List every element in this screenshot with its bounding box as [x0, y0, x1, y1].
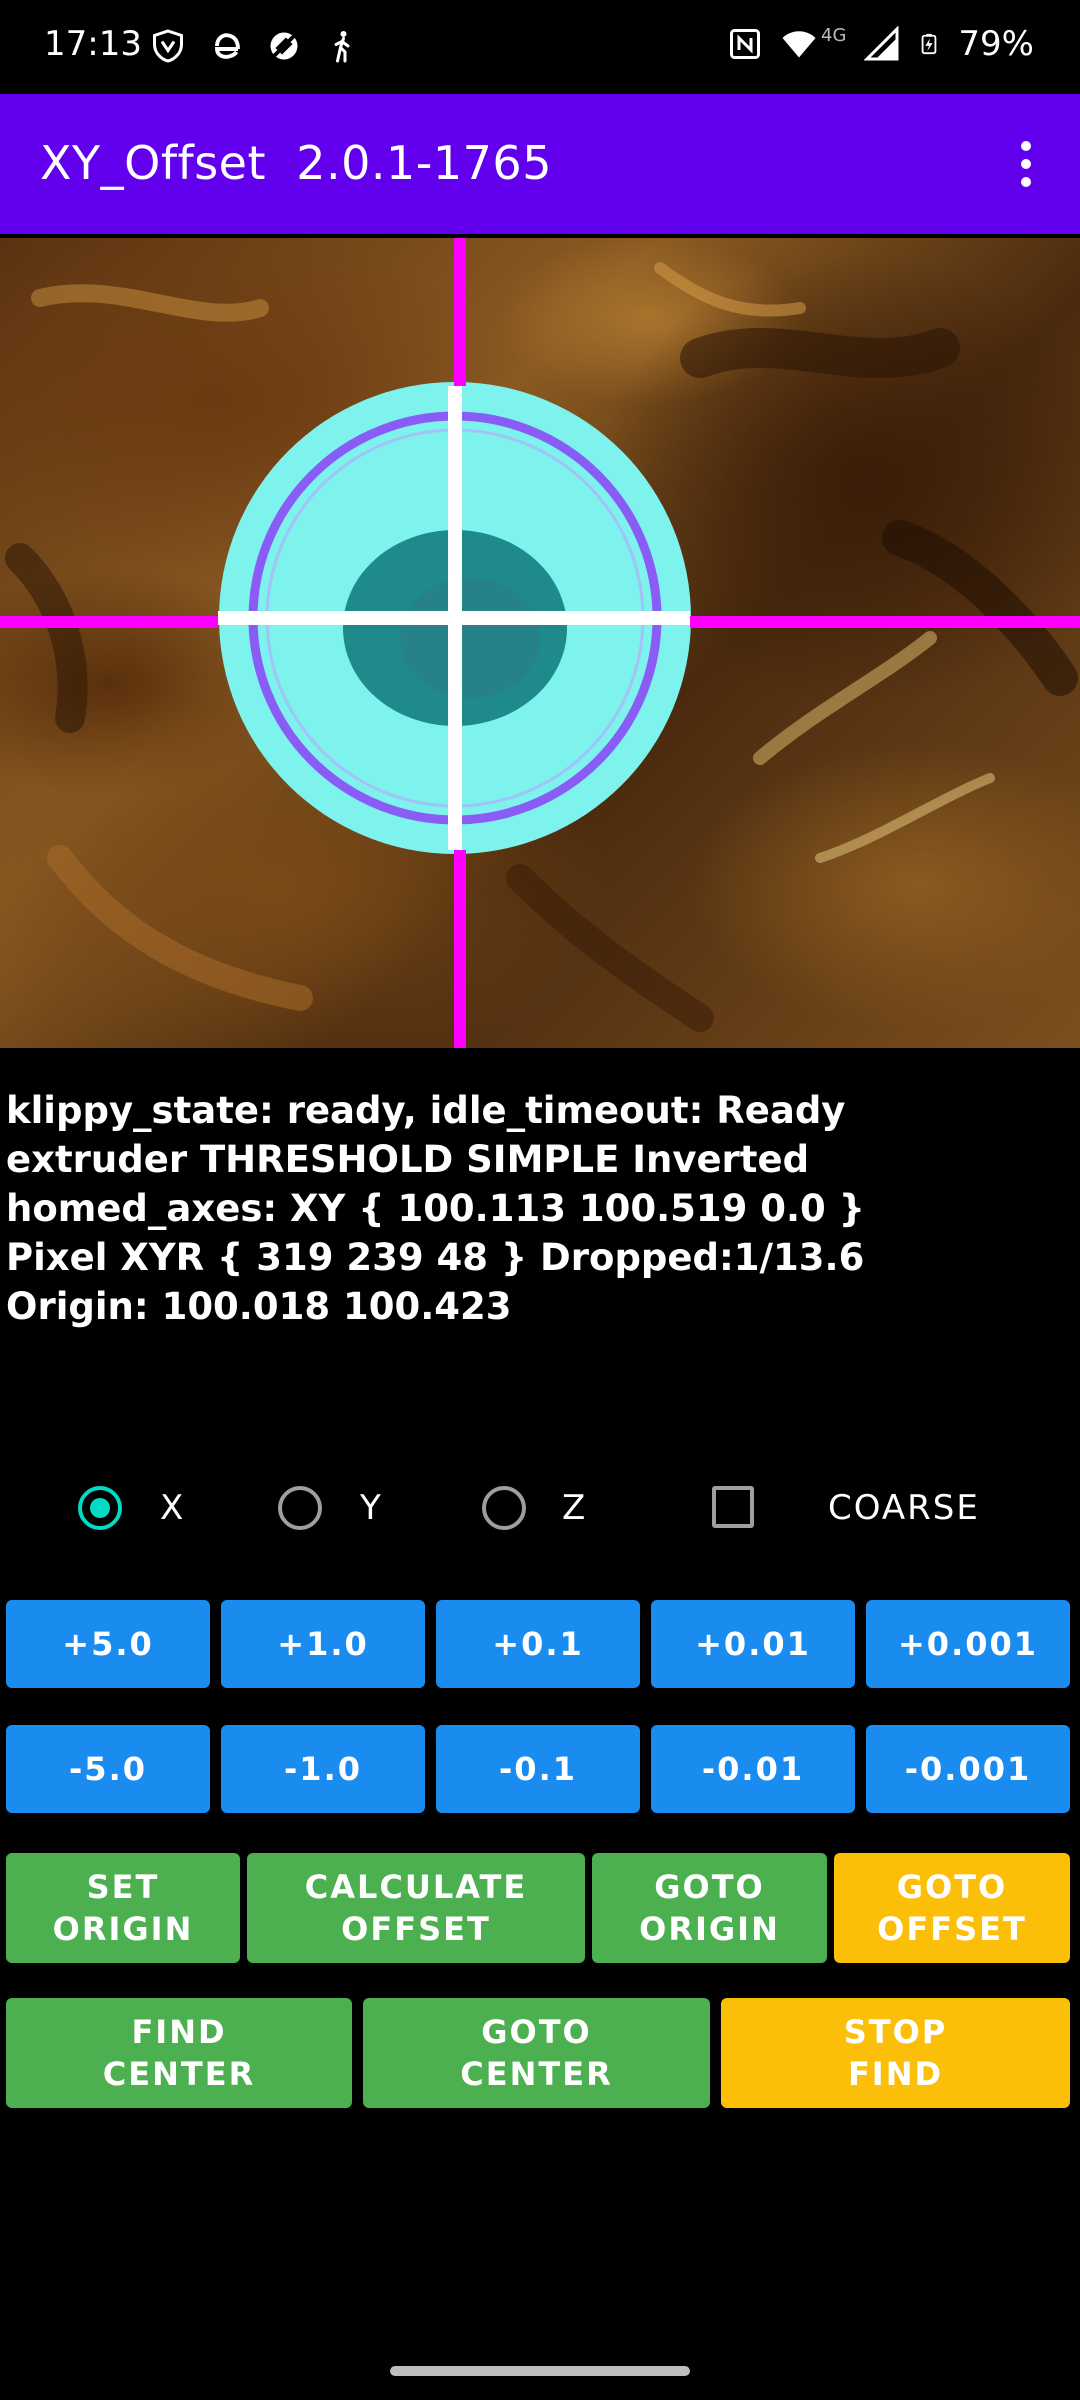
minus-5-button[interactable]: -5.0 [6, 1725, 210, 1813]
goto-offset-button[interactable]: GOTO OFFSET [834, 1853, 1070, 1963]
plus-0-001-button[interactable]: +0.001 [866, 1600, 1070, 1688]
calculate-offset-button[interactable]: CALCULATE OFFSET [247, 1853, 585, 1963]
more-vert-icon[interactable] [994, 130, 1058, 198]
pixel-xyr-text: Pixel XYR { 319 239 48 } Dropped:1/13.6 [6, 1236, 865, 1279]
app-bar: XY_Offset 2.0.1-1765 [0, 94, 1080, 234]
radio-z-label[interactable]: Z [562, 1486, 587, 1530]
find-center-button[interactable]: FIND CENTER [6, 1998, 352, 2108]
battery-charging-icon [922, 33, 937, 55]
radio-z[interactable] [482, 1486, 526, 1530]
status-time: 17:13 [44, 24, 142, 64]
radio-x-label[interactable]: X [160, 1486, 185, 1530]
camera-feed[interactable] [0, 238, 1080, 1048]
sync-off-icon [270, 32, 298, 60]
coarse-label[interactable]: COARSE [828, 1486, 980, 1530]
axis-selector: X Y Z COARSE [0, 1480, 1080, 1544]
nfc-icon [730, 29, 761, 59]
battery-percent: 79% [958, 24, 1034, 64]
radio-x[interactable] [78, 1486, 122, 1530]
klippy-state-text: klippy_state: ready, idle_timeout: Ready [6, 1089, 846, 1132]
plus-0-1-button[interactable]: +0.1 [436, 1600, 640, 1688]
radio-y[interactable] [278, 1486, 322, 1530]
signal-icon [864, 26, 899, 61]
plus-5-button[interactable]: +5.0 [6, 1600, 210, 1688]
minus-1-button[interactable]: -1.0 [221, 1725, 425, 1813]
goto-origin-button[interactable]: GOTO ORIGIN [592, 1853, 827, 1963]
minus-0-001-button[interactable]: -0.001 [866, 1725, 1070, 1813]
homed-axes-text: homed_axes: XY { 100.113 100.519 0.0 } [6, 1187, 866, 1230]
minus-0-01-button[interactable]: -0.01 [651, 1725, 855, 1813]
coarse-checkbox[interactable] [712, 1486, 754, 1528]
set-origin-button[interactable]: SET ORIGIN [6, 1853, 240, 1963]
app-title: XY_Offset 2.0.1-1765 [40, 136, 552, 190]
action-row-1: SET ORIGIN CALCULATE OFFSET GOTO ORIGIN … [0, 1853, 1080, 1963]
extruder-threshold-text: extruder THRESHOLD SIMPLE Inverted [6, 1138, 810, 1181]
camera-overlay [0, 238, 1080, 1048]
edge-browser-icon [215, 33, 240, 59]
minus-button-row: -5.0 -1.0 -0.1 -0.01 -0.001 [0, 1725, 1080, 1813]
home-indicator[interactable] [390, 2366, 690, 2376]
plus-0-01-button[interactable]: +0.01 [651, 1600, 855, 1688]
accessibility-walk-icon [334, 31, 350, 63]
goto-center-button[interactable]: GOTO CENTER [363, 1998, 710, 2108]
status-right: 4G 79% [727, 24, 1034, 64]
plus-button-row: +5.0 +1.0 +0.1 +0.01 +0.001 [0, 1600, 1080, 1688]
status-info: klippy_state: ready, idle_timeout: Ready… [6, 1086, 865, 1331]
status-bar: 17:13 4G 79% [0, 0, 1080, 94]
minus-0-1-button[interactable]: -0.1 [436, 1725, 640, 1813]
network-type: 4G [821, 24, 847, 46]
vpn-shield-icon [153, 29, 183, 63]
action-row-2: FIND CENTER GOTO CENTER STOP FIND [0, 1998, 1080, 2108]
status-left-icons [150, 28, 360, 64]
origin-text: Origin: 100.018 100.423 [6, 1285, 512, 1328]
plus-1-button[interactable]: +1.0 [221, 1600, 425, 1688]
stop-find-button[interactable]: STOP FIND [721, 1998, 1070, 2108]
wifi-icon [782, 31, 816, 58]
radio-y-label[interactable]: Y [360, 1486, 383, 1530]
